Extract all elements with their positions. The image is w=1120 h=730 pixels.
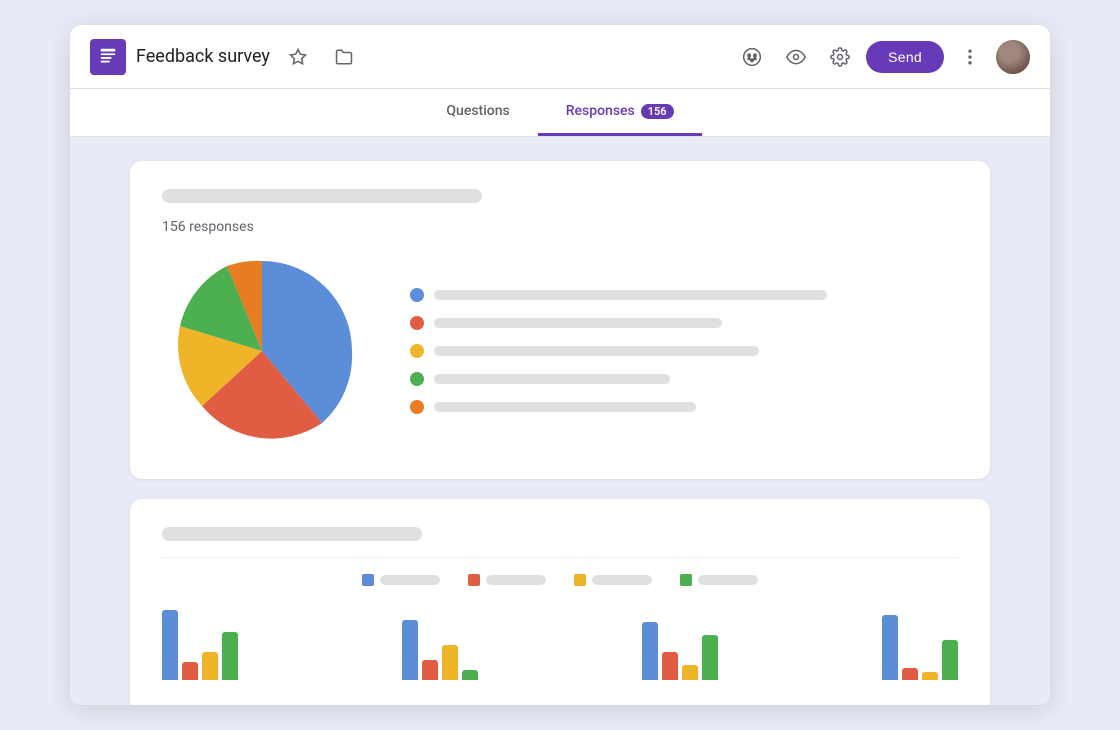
legend-bar-4 xyxy=(434,374,670,384)
forms-icon xyxy=(90,39,126,75)
bar-group-3 xyxy=(642,622,718,680)
legend-item-red xyxy=(410,316,958,330)
bar-legend-square-blue xyxy=(362,574,374,586)
legend-bar-wrap xyxy=(434,402,958,412)
avatar-image xyxy=(996,40,1030,74)
bar-legend-red xyxy=(468,574,546,586)
bar-legend-square-red xyxy=(468,574,480,586)
bar-legend-label-4 xyxy=(698,575,758,585)
bar-legend-square-green xyxy=(680,574,692,586)
bar-legend-blue xyxy=(362,574,440,586)
preview-button[interactable] xyxy=(778,39,814,75)
bar-3-blue xyxy=(642,622,658,680)
header: Feedback survey Send xyxy=(70,25,1050,89)
forms-svg-icon xyxy=(97,46,119,68)
bar-legend-yellow xyxy=(574,574,652,586)
bar-4-red xyxy=(902,668,918,680)
more-options-button[interactable] xyxy=(952,39,988,75)
bar-chart-area xyxy=(162,604,958,684)
avatar[interactable] xyxy=(996,40,1030,74)
legend-item-blue xyxy=(410,288,958,302)
bar-chart-card xyxy=(130,499,990,705)
bar-4-green xyxy=(942,640,958,680)
bar-3-yellow xyxy=(682,665,698,680)
legend-dot-blue xyxy=(410,288,424,302)
page-title: Feedback survey xyxy=(136,46,270,67)
bar-2-red xyxy=(422,660,438,680)
bar-1-yellow xyxy=(202,652,218,680)
content-area: 156 responses xyxy=(70,137,1050,705)
legend-item-green xyxy=(410,372,958,386)
bar-1-red xyxy=(182,662,198,680)
bar-legend-label-1 xyxy=(380,575,440,585)
tab-responses[interactable]: Responses156 xyxy=(538,89,702,136)
legend-bar-wrap xyxy=(434,290,958,300)
bar-4-blue xyxy=(882,615,898,680)
bar-card-divider xyxy=(162,557,958,558)
bar-group-2 xyxy=(402,620,478,680)
bar-2-green xyxy=(462,670,478,680)
legend-bar-1 xyxy=(434,290,827,300)
bar-legend-label-3 xyxy=(592,575,652,585)
bar-legend-green xyxy=(680,574,758,586)
legend-dot-green xyxy=(410,372,424,386)
legend-dot-orange xyxy=(410,400,424,414)
legend-bar-3 xyxy=(434,346,759,356)
bar-chart-legend xyxy=(162,574,958,586)
legend-bar-wrap xyxy=(434,318,958,328)
bar-legend-label-2 xyxy=(486,575,546,585)
bar-4-yellow xyxy=(922,672,938,680)
bar-3-green xyxy=(702,635,718,680)
tab-questions[interactable]: Questions xyxy=(418,89,537,136)
header-right: Send xyxy=(734,39,1030,75)
legend-item-orange xyxy=(410,400,958,414)
app-window: Feedback survey Send xyxy=(70,25,1050,705)
bar-2-blue xyxy=(402,620,418,680)
pie-legend xyxy=(410,288,958,414)
responses-badge: 156 xyxy=(641,104,674,119)
bar-group-4 xyxy=(882,615,958,680)
folder-button[interactable] xyxy=(326,39,362,75)
response-count: 156 responses xyxy=(162,219,958,235)
star-button[interactable] xyxy=(280,39,316,75)
header-left: Feedback survey xyxy=(90,39,734,75)
settings-button[interactable] xyxy=(822,39,858,75)
bar-1-green xyxy=(222,632,238,680)
send-button[interactable]: Send xyxy=(866,41,944,73)
legend-bar-wrap xyxy=(434,374,958,384)
card-title-skeleton xyxy=(162,189,482,203)
bar-2-yellow xyxy=(442,645,458,680)
pie-svg xyxy=(162,251,362,451)
pie-card-inner xyxy=(162,251,958,451)
legend-bar-wrap xyxy=(434,346,958,356)
bar-3-red xyxy=(662,652,678,680)
pie-chart xyxy=(162,251,362,451)
bar-1-blue xyxy=(162,610,178,680)
bar-legend-square-yellow xyxy=(574,574,586,586)
legend-item-yellow xyxy=(410,344,958,358)
legend-dot-red xyxy=(410,316,424,330)
legend-bar-2 xyxy=(434,318,722,328)
legend-dot-yellow xyxy=(410,344,424,358)
palette-button[interactable] xyxy=(734,39,770,75)
tabs-bar: Questions Responses156 xyxy=(70,89,1050,137)
pie-chart-card: 156 responses xyxy=(130,161,990,479)
legend-bar-5 xyxy=(434,402,696,412)
bar-group-1 xyxy=(162,610,238,680)
bar-card-title-skeleton xyxy=(162,527,422,541)
